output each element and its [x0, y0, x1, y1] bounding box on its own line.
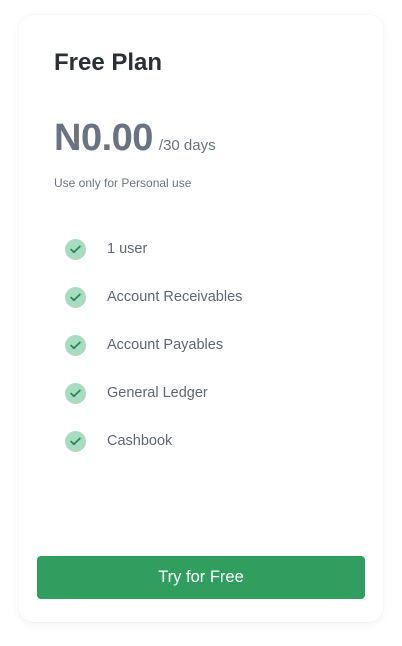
pricing-card: Free Plan N0.00 /30 days Use only for Pe… [19, 15, 383, 622]
try-for-free-button[interactable]: Try for Free [37, 556, 365, 599]
feature-item: General Ledger [65, 369, 242, 417]
feature-label: General Ledger [107, 385, 208, 401]
check-circle-icon [65, 334, 86, 356]
feature-list: 1 user Account Receivables Account Payab… [65, 225, 242, 465]
plan-price: N0.00 [54, 117, 153, 159]
feature-label: Cashbook [107, 433, 173, 449]
feature-item: Account Receivables [65, 273, 242, 321]
check-circle-icon [65, 238, 86, 260]
plan-period: /30 days [158, 137, 216, 154]
check-circle-icon [65, 382, 86, 404]
plan-usage-note: Use only for Personal use [54, 176, 192, 190]
feature-label: Account Receivables [107, 289, 243, 305]
check-circle-icon [65, 286, 86, 308]
plan-title: Free Plan [54, 49, 163, 76]
feature-item: Account Payables [65, 321, 242, 369]
feature-label: 1 user [107, 241, 148, 257]
check-circle-icon [65, 430, 86, 452]
feature-item: Cashbook [65, 417, 242, 465]
price-row: N0.00 /30 days [54, 116, 216, 160]
feature-label: Account Payables [107, 337, 224, 353]
feature-item: 1 user [65, 225, 242, 273]
